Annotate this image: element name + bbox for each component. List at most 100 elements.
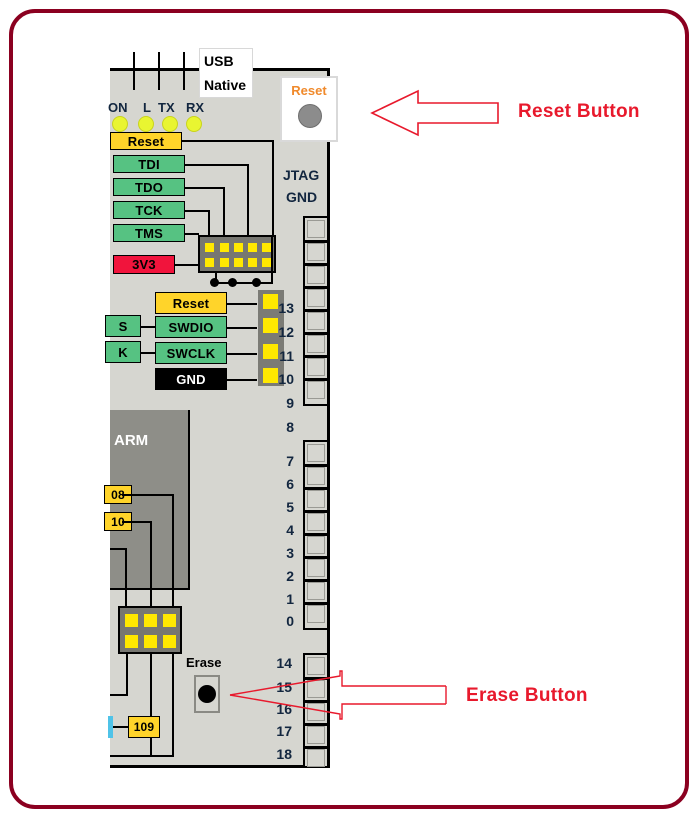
pin-number-7: 7 xyxy=(286,453,294,469)
trace-swdio xyxy=(227,327,257,329)
led-tx xyxy=(162,116,178,132)
pin-number-6: 6 xyxy=(286,476,294,492)
trace-swclk xyxy=(227,353,257,355)
led-on xyxy=(112,116,128,132)
trace-tms xyxy=(185,233,199,235)
bottom-pin xyxy=(144,635,157,648)
trace-swd-reset xyxy=(227,303,257,305)
led-label-on: ON xyxy=(108,100,128,115)
jtag-header-connector[interactable] xyxy=(198,235,276,273)
pin-socket-strip-lower[interactable] xyxy=(303,440,329,630)
bottom-header-connector[interactable] xyxy=(118,606,182,654)
label-swdio: SWDIO xyxy=(155,316,227,338)
bottom-pin xyxy=(163,635,176,648)
pin-number-0: 0 xyxy=(286,613,294,629)
reset-module-label: Reset xyxy=(291,83,327,98)
jtag-pin xyxy=(234,243,243,252)
pin-number-4: 4 xyxy=(286,522,294,538)
label-jtag-tdo: TDO xyxy=(113,178,185,196)
pin-number-5: 5 xyxy=(286,499,294,515)
trace-109 xyxy=(113,726,129,728)
top-trace-2 xyxy=(158,52,160,90)
board-bottom-edge xyxy=(110,765,330,768)
bottom-pin xyxy=(163,614,176,627)
erase-annotation-label: Erase Button xyxy=(466,685,588,706)
label-jtag-reset: Reset xyxy=(110,132,182,150)
led-label-rx: RX xyxy=(186,100,205,115)
label-swd-stub-s: S xyxy=(105,315,141,337)
trace-tdi-v xyxy=(247,164,249,236)
erase-button[interactable] xyxy=(194,675,220,713)
usb-native-line1: USB xyxy=(204,53,234,69)
pin-number-18: 18 xyxy=(276,746,292,762)
jtag-pin xyxy=(262,243,271,252)
usb-native-label: USB Native xyxy=(199,48,253,98)
trace-tdo-v xyxy=(223,187,225,236)
jtag-pin xyxy=(248,258,257,267)
label-jtag-3v3: 3V3 xyxy=(113,255,175,274)
usb-native-line2: Native xyxy=(204,77,247,93)
arm-chip-label: ARM xyxy=(114,432,149,449)
pin-number-13: 13 xyxy=(278,300,294,316)
trace-tdo xyxy=(185,187,225,189)
reset-arrow-icon xyxy=(370,89,499,137)
bottom-pin xyxy=(125,635,138,648)
led-label-tx: TX xyxy=(158,100,175,115)
trace-chip-extra-v xyxy=(125,548,127,612)
text-gnd: GND xyxy=(286,189,318,205)
trace-bot-2 xyxy=(150,654,152,757)
label-swd-stub-k: K xyxy=(105,341,141,363)
pin-number-17: 17 xyxy=(276,723,292,739)
trace-bot-bus xyxy=(110,755,174,757)
jtag-pin xyxy=(220,243,229,252)
erase-button-dot[interactable] xyxy=(198,685,216,703)
led-rx xyxy=(186,116,202,132)
reset-button-module[interactable]: Reset xyxy=(280,76,338,142)
trace-stub-s xyxy=(141,326,155,328)
trace-chip-extra-h xyxy=(110,548,127,550)
top-trace-3 xyxy=(183,52,185,90)
led-l xyxy=(138,116,154,132)
pin-socket-strip-upper[interactable] xyxy=(303,216,329,406)
jtag-pin xyxy=(248,243,257,252)
label-swclk: SWCLK xyxy=(155,342,227,364)
jtag-pin xyxy=(220,258,229,267)
jtag-pin xyxy=(262,258,271,267)
pin-number-11: 11 xyxy=(279,348,294,364)
trace-reset-v xyxy=(272,140,274,236)
trace-tck-v xyxy=(208,210,210,236)
gnd-dot xyxy=(210,278,219,287)
label-jtag-tdi: TDI xyxy=(113,155,185,173)
label-jtag-tms: TMS xyxy=(113,224,185,242)
reset-button-knob[interactable] xyxy=(298,104,322,128)
label-pin-109: 109 xyxy=(128,716,160,738)
trace-swd-gnd xyxy=(227,379,257,381)
gnd-dot xyxy=(228,278,237,287)
trace-chip-10 xyxy=(122,521,152,523)
pin-number-1: 1 xyxy=(286,591,294,607)
erase-arrow-icon xyxy=(229,670,447,720)
bottom-pin xyxy=(144,614,157,627)
top-trace-1 xyxy=(133,52,135,90)
led-label-l: L xyxy=(143,100,151,115)
jtag-pin xyxy=(205,243,214,252)
pin-number-2: 2 xyxy=(286,568,294,584)
label-jtag-tck: TCK xyxy=(113,201,185,219)
trace-bot-3 xyxy=(172,654,174,757)
pin-number-14: 14 xyxy=(276,655,292,671)
jtag-pin xyxy=(234,258,243,267)
pin-number-12: 12 xyxy=(278,324,294,340)
reset-annotation-label: Reset Button xyxy=(518,101,640,122)
trace-bot-1h xyxy=(110,694,128,696)
trace-stub-k xyxy=(141,352,155,354)
pin-number-3: 3 xyxy=(286,545,294,561)
label-swd-gnd: GND xyxy=(155,368,227,390)
pin-number-8: 8 xyxy=(286,419,294,435)
gnd-bus-trace xyxy=(213,282,273,284)
trace-bot-1 xyxy=(126,654,128,696)
erase-button-label: Erase xyxy=(186,655,222,670)
label-swd-reset: Reset xyxy=(155,292,227,314)
trace-chip-08 xyxy=(122,494,174,496)
gnd-bus-v xyxy=(271,236,273,284)
gnd-dot xyxy=(252,278,261,287)
